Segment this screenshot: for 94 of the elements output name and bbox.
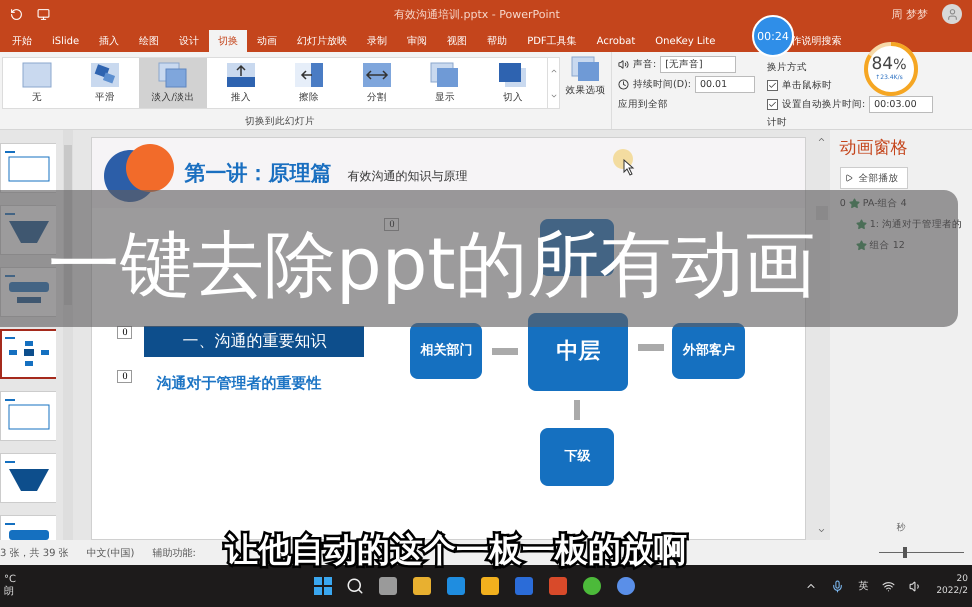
app-icon[interactable] bbox=[582, 576, 602, 596]
slide-title: 第一讲：原理篇 bbox=[184, 160, 332, 187]
ribbon-tab[interactable]: OneKey Lite bbox=[645, 30, 726, 52]
app-icon[interactable] bbox=[446, 576, 466, 596]
duration-label: 持续时间(D): bbox=[633, 78, 691, 91]
app-icon[interactable] bbox=[616, 576, 636, 596]
transition-icon bbox=[362, 62, 392, 88]
app-icon[interactable] bbox=[412, 576, 432, 596]
language-status[interactable]: 中文(中国) bbox=[86, 546, 134, 560]
slide-thumbnail[interactable] bbox=[0, 329, 56, 379]
ribbon-tab[interactable]: 幻灯片放映 bbox=[287, 30, 358, 52]
transition-icon bbox=[158, 62, 188, 88]
play-all-button[interactable]: 全部播放 bbox=[840, 167, 908, 189]
ribbon-tab[interactable]: PDF工具集 bbox=[517, 30, 587, 52]
duration-field[interactable]: 00.01 bbox=[694, 76, 755, 93]
ribbon-tab[interactable]: iSlide bbox=[42, 30, 90, 52]
org-node: 下级 bbox=[540, 428, 614, 486]
effect-options-button[interactable]: 效果选项 bbox=[560, 52, 612, 129]
ribbon-tab[interactable]: 设计 bbox=[169, 30, 210, 52]
ribbon-tab[interactable]: 视图 bbox=[437, 30, 478, 52]
microphone-icon[interactable] bbox=[831, 580, 844, 592]
cursor-icon bbox=[612, 148, 636, 176]
scroll-down-icon[interactable] bbox=[817, 526, 826, 535]
star-icon bbox=[848, 198, 860, 209]
transition-button[interactable]: 无 bbox=[3, 58, 71, 108]
ribbon-tab[interactable]: Acrobat bbox=[586, 30, 646, 52]
group-label: 计时 bbox=[766, 116, 787, 129]
transition-button[interactable]: 平滑 bbox=[71, 58, 139, 108]
transition-icon bbox=[430, 62, 460, 88]
app-icon[interactable] bbox=[378, 576, 398, 596]
group-label: 切换到此幻灯片 bbox=[245, 115, 315, 128]
ribbon-tab[interactable]: 插入 bbox=[89, 30, 130, 52]
checkbox[interactable] bbox=[766, 99, 778, 110]
sound-dropdown[interactable]: [无声音] bbox=[660, 56, 736, 73]
sound-label: 声音: bbox=[633, 58, 656, 71]
animation-tag[interactable]: 0 bbox=[117, 370, 132, 383]
clock-time[interactable]: 20 bbox=[956, 574, 968, 586]
checkbox-label: 单击鼠标时 bbox=[782, 78, 832, 92]
avatar-icon[interactable] bbox=[942, 4, 962, 24]
animation-tag[interactable]: 0 bbox=[117, 326, 132, 339]
transition-icon bbox=[90, 62, 120, 88]
start-icon[interactable] bbox=[314, 577, 332, 595]
unit-dropdown[interactable]: 秒 bbox=[896, 521, 906, 534]
transition-button[interactable]: 淡入/淡出 bbox=[139, 58, 207, 108]
checkbox[interactable] bbox=[766, 80, 778, 90]
org-node: 中层 bbox=[528, 313, 628, 391]
app-icon[interactable] bbox=[480, 576, 500, 596]
ribbon-tab[interactable]: 切换 bbox=[209, 30, 248, 52]
undo-icon[interactable] bbox=[10, 8, 23, 20]
clock-icon bbox=[618, 79, 629, 90]
slide-subtitle: 有效沟通的知识与原理 bbox=[347, 168, 468, 184]
advance-title: 换片方式 bbox=[766, 61, 807, 74]
play-icon bbox=[844, 174, 853, 182]
star-icon bbox=[856, 240, 867, 251]
wifi-icon[interactable] bbox=[882, 580, 896, 592]
app-icon[interactable] bbox=[548, 576, 568, 596]
transition-icon bbox=[226, 62, 256, 88]
slide-heading: 沟通对于管理者的重要性 bbox=[156, 374, 322, 393]
clock-date[interactable]: 2022/2 bbox=[936, 586, 968, 598]
transition-button[interactable]: 擦除 bbox=[275, 58, 343, 108]
ribbon-tab[interactable]: 录制 bbox=[357, 30, 398, 52]
accessibility-status[interactable]: 辅助功能: bbox=[152, 546, 196, 560]
ribbon-tab[interactable]: 开始 bbox=[2, 30, 42, 52]
window-title: 有效沟通培训.pptx - PowerPoint bbox=[394, 6, 560, 22]
transition-icon bbox=[294, 62, 324, 88]
scroll-up-icon[interactable] bbox=[817, 135, 826, 144]
ribbon-tab[interactable]: 帮助 bbox=[477, 30, 518, 52]
transition-button[interactable]: 切入 bbox=[479, 58, 547, 108]
ribbon-tab[interactable]: 审阅 bbox=[397, 30, 438, 52]
transition-button[interactable]: 显示 bbox=[411, 58, 479, 108]
speaker-icon bbox=[618, 59, 629, 70]
org-node: 相关部门 bbox=[410, 323, 482, 379]
search-icon[interactable] bbox=[346, 577, 364, 595]
transition-button[interactable]: 推入 bbox=[207, 58, 275, 108]
checkbox-label: 设置自动换片时间: bbox=[782, 98, 866, 111]
weather-text: °C bbox=[4, 574, 16, 586]
ribbon-tab[interactable]: 绘图 bbox=[129, 30, 170, 52]
star-icon bbox=[856, 219, 867, 230]
user-name: 周 梦梦 bbox=[892, 6, 928, 22]
transition-button[interactable]: 分割 bbox=[343, 58, 411, 108]
presenter-icon[interactable] bbox=[37, 8, 50, 20]
time-field[interactable]: 00:03.00 bbox=[869, 96, 934, 113]
weather-text: 朗 bbox=[4, 586, 15, 598]
pane-title: 动画窗格 bbox=[840, 137, 909, 159]
transition-icon bbox=[22, 62, 52, 88]
animation-tag[interactable]: 0 bbox=[384, 218, 400, 231]
slide-count: 3 张，共 39 张 bbox=[0, 546, 69, 560]
org-node: 外部客户 bbox=[672, 323, 746, 379]
transition-icon bbox=[498, 62, 528, 88]
ribbon-tab[interactable]: 动画 bbox=[247, 30, 288, 52]
ime-indicator[interactable]: 英 bbox=[858, 579, 868, 593]
section-banner: 一、沟通的重要知识 bbox=[144, 326, 364, 357]
apply-all-button[interactable]: 应用到全部 bbox=[618, 98, 668, 111]
transition-icon bbox=[570, 56, 600, 82]
